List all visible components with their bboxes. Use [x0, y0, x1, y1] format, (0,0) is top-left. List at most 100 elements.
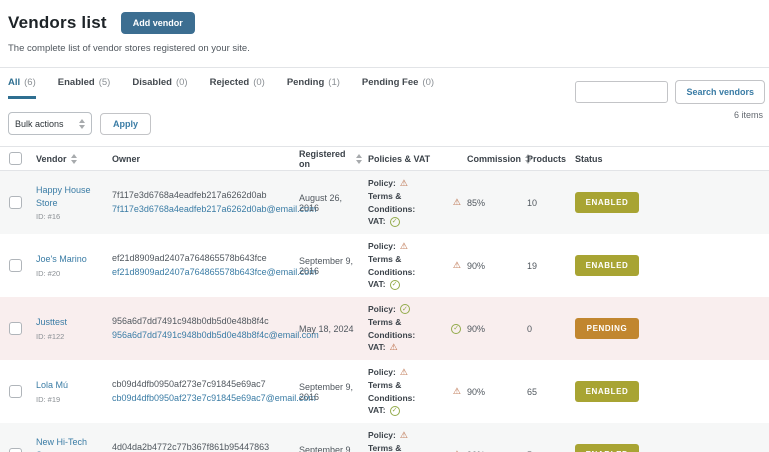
policy-line-terms: Terms & Conditions:⚠	[368, 379, 461, 405]
tab-enabled[interactable]: Enabled (5)	[58, 77, 111, 99]
policy-line-terms: Terms & Conditions:⚠	[368, 442, 461, 452]
page-subtitle: The complete list of vendor stores regis…	[8, 43, 250, 54]
triangle-up-icon	[356, 153, 362, 158]
warning-icon: ⚠	[452, 260, 461, 270]
owner-email-link[interactable]: cb09d4dfb0950af273e7c91845e69ac7@email.c…	[112, 392, 316, 406]
terms-label: Terms & Conditions:	[368, 442, 402, 452]
owner-email-link[interactable]: ef21d8909ad2407a764865578b643fce@email.c…	[112, 266, 317, 280]
policy-line-policy: Policy: ⚠	[368, 240, 461, 253]
vat-label: VAT:	[368, 216, 386, 227]
warning-icon: ⚠	[452, 197, 461, 207]
policy-line-vat: VAT: ⚠	[368, 341, 461, 354]
status-cell: PENDING	[575, 318, 769, 339]
vendor-cell: Joe's Marino ID: #20	[36, 253, 112, 277]
policy-label: Policy:	[368, 304, 396, 314]
owner-name: ef21d8909ad2407a764865578b643fce	[112, 252, 267, 263]
status-badge: ENABLED	[575, 444, 639, 452]
owner-email-link[interactable]: 956a6d7dd7491c948b0db5d0e48b8f4c@email.c…	[112, 329, 319, 343]
row-checkbox[interactable]	[8, 196, 22, 209]
row-checkbox[interactable]	[8, 322, 22, 335]
owner-cell: 7f117e3d6768a4eadfeb217a6262d0ab 7f117e3d…	[112, 189, 317, 217]
vat-label: VAT:	[368, 405, 386, 416]
tab-disabled[interactable]: Disabled (0)	[132, 77, 187, 99]
column-header-label: Owner	[112, 153, 141, 164]
tab-label: Disabled	[132, 77, 172, 88]
policies-vat-cell: Policy:⚠Terms & Conditions:⚠VAT:✓	[368, 429, 467, 452]
products-cell: 65	[527, 386, 538, 397]
vendors-table: Vendor Owner Registered on Policies & VAT Co…	[0, 146, 769, 452]
vendor-id: ID: #20	[36, 268, 61, 278]
sort-icon[interactable]	[356, 153, 362, 164]
vendor-name-link[interactable]: Happy House Store	[36, 184, 106, 208]
policy-line-policy: Policy: ⚠	[368, 366, 461, 379]
status-cell: ENABLED	[575, 255, 769, 276]
tab-count: (1)	[328, 77, 340, 88]
apply-button[interactable]: Apply	[100, 112, 152, 135]
search-area: Search vendors 6 items	[575, 80, 765, 120]
terms-label: Terms & Conditions:	[368, 190, 416, 214]
tab-label: Enabled	[57, 77, 95, 88]
tab-all[interactable]: All (6)	[8, 77, 36, 99]
header-select-all-cell	[0, 152, 36, 165]
owner-email-link[interactable]: 7f117e3d6768a4eadfeb217a6262d0ab@email.c…	[112, 203, 317, 217]
row-checkbox[interactable]	[8, 385, 22, 398]
select-all-checkbox[interactable]	[8, 152, 22, 165]
tab-rejected[interactable]: Rejected (0)	[210, 77, 265, 99]
commission-cell: 90%	[467, 260, 486, 271]
vendor-id: ID: #19	[36, 394, 61, 404]
row-checkbox-cell	[0, 259, 36, 272]
column-header-label: Registered on	[299, 148, 346, 169]
column-header-registered-on: Registered on	[299, 149, 368, 169]
policy-line-vat: VAT: ✓	[368, 404, 461, 417]
warning-icon: ⚠	[399, 177, 408, 188]
column-header-policies-vat: Policies & VAT	[368, 154, 467, 164]
page-title: Vendors list	[8, 13, 107, 32]
policy-line-policy: Policy: ⚠	[368, 177, 461, 190]
tab-pending[interactable]: Pending (1)	[287, 77, 340, 99]
table-header-row: Vendor Owner Registered on Policies & VAT Co…	[0, 146, 769, 171]
vendor-name-link[interactable]: New Hi-Tech Store	[36, 436, 106, 452]
tab-count: (6)	[24, 77, 36, 88]
add-vendor-button[interactable]: Add vendor	[120, 12, 195, 34]
column-header-label: Policies & VAT	[368, 153, 431, 164]
column-header-vendor: Vendor	[36, 153, 112, 164]
warning-icon: ⚠	[399, 240, 408, 251]
row-checkbox-cell	[0, 385, 36, 398]
column-header-label: Commission	[467, 153, 522, 164]
policy-line-policy: Policy: ⚠	[368, 429, 461, 442]
registered-on-cell: May 18, 2024	[299, 323, 354, 334]
policy-line-terms: Terms & Conditions: ✓	[368, 316, 461, 342]
owner-cell: ef21d8909ad2407a764865578b643fce ef21d890…	[112, 252, 317, 280]
table-row: Happy House Store ID: #16 7f117e3d6768a4ea…	[0, 171, 769, 234]
owner-cell: 956a6d7dd7491c948b0db5d0e48b8f4c 956a6d7d…	[112, 315, 319, 343]
policy-line-terms: Terms & Conditions: ⚠	[368, 190, 461, 216]
policy-line-terms: Terms & Conditions:⚠	[368, 253, 461, 279]
vat-label: VAT:	[368, 342, 386, 353]
policy-line-vat: VAT: ✓	[368, 215, 461, 228]
check-circle-icon: ✓	[389, 405, 400, 416]
triangle-up-icon	[70, 153, 77, 158]
sort-icon[interactable]	[70, 153, 77, 164]
policies-vat-cell: Policy:⚠Terms & Conditions: ⚠ VAT:✓	[368, 177, 467, 228]
status-badge: PENDING	[575, 318, 639, 339]
vendor-cell: Lola Mú ID: #19	[36, 379, 112, 403]
vendor-cell: New Hi-Tech StoreID: #17	[36, 436, 112, 452]
products-cell: 10	[527, 197, 538, 208]
row-checkbox[interactable]	[8, 259, 22, 272]
triangle-down-icon	[70, 159, 77, 164]
row-checkbox[interactable]	[8, 448, 22, 452]
owner-name: 7f117e3d6768a4eadfeb217a6262d0ab	[112, 189, 267, 200]
vendor-name-link[interactable]: Joe's Marino	[36, 253, 106, 265]
bulk-actions-select[interactable]: Bulk actions	[8, 112, 92, 135]
search-input[interactable]	[575, 81, 669, 103]
commission-cell: 90%	[467, 323, 486, 334]
status-badge: ENABLED	[575, 381, 639, 402]
column-header-label: Products	[527, 153, 567, 164]
terms-label: Terms & Conditions:	[368, 316, 416, 340]
vendor-name-link[interactable]: Lola Mú	[36, 379, 106, 391]
table-row: Lola Mú ID: #19 cb09d4dfb0950af273e7c91845…	[0, 360, 769, 423]
search-vendors-button[interactable]: Search vendors	[675, 80, 765, 104]
vendor-name-link[interactable]: Justtest	[36, 316, 106, 328]
status-cell: ENABLED	[575, 444, 769, 452]
tab-pending-fee[interactable]: Pending Fee (0)	[362, 77, 434, 99]
